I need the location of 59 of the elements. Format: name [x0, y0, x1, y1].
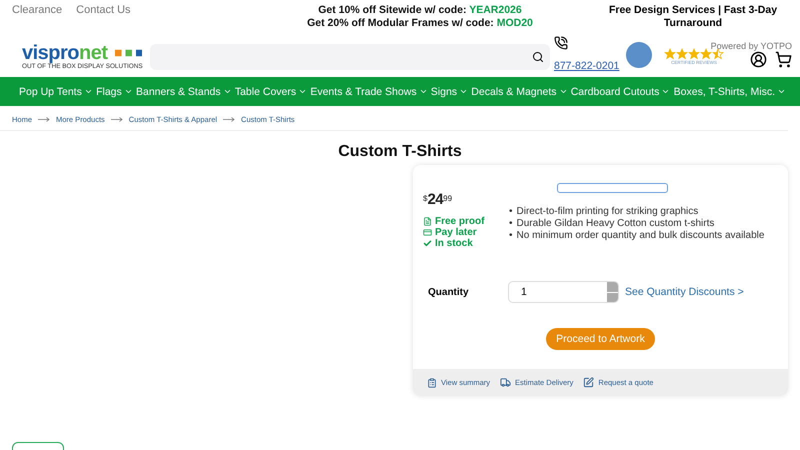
chevron-icon — [124, 87, 133, 96]
chevron-icon — [222, 87, 232, 96]
logo-text[interactable]: vispronet — [22, 43, 108, 63]
check-icon — [423, 239, 432, 248]
feature-item: Durable Gildan Heavy Cotton custom t-shirts — [516, 218, 714, 230]
edit-icon — [583, 377, 594, 388]
perk-text: Free proof — [423, 216, 509, 227]
quantity-discounts-link[interactable]: See Quantity Discounts > — [625, 286, 744, 298]
nav-menu-item[interactable]: Decals & Magnets — [471, 86, 568, 98]
nav-menu-item[interactable]: Boxes, T-Shirts, Misc. — [674, 86, 786, 98]
document-icon — [423, 217, 432, 226]
card-icon — [423, 228, 432, 237]
service-note: Free Design Services | Fast 3-Day Turnaround — [608, 4, 778, 30]
truck-icon — [500, 377, 512, 388]
chevron-icon — [298, 87, 308, 96]
search-icon[interactable] — [532, 50, 544, 62]
option-bar[interactable] — [557, 183, 668, 193]
powered-by-text: Powered by YOTPO — [710, 41, 792, 51]
account-icon[interactable] — [750, 51, 767, 68]
increment-button[interactable] — [607, 282, 618, 292]
nav-menu-item[interactable]: Table Covers — [234, 86, 308, 98]
quantity-field[interactable]: 1 — [508, 281, 619, 303]
arrow-icon — [38, 117, 50, 122]
chevron-icon — [84, 87, 93, 96]
perk-text: In stock — [423, 238, 509, 249]
chevron-icon — [558, 87, 568, 96]
logo-squares-icon — [114, 49, 142, 57]
arrow-icon — [223, 117, 236, 122]
bullet-mark: • — [509, 230, 513, 242]
decrement-button[interactable] — [607, 292, 618, 302]
feature-item: No minimum order quantity and bulk discounts available — [516, 230, 764, 242]
chevron-icon — [661, 87, 670, 96]
search-field[interactable] — [150, 44, 550, 70]
nav-menu-item[interactable]: Cardboard Cutouts — [570, 86, 670, 98]
nav-menu-item[interactable]: Banners & Stands — [136, 86, 232, 98]
feature-item: Direct-to-film printing for striking graphics — [516, 206, 698, 218]
top-link[interactable]: Contact Us — [76, 4, 131, 16]
bullet-mark: • — [509, 218, 513, 230]
nav-menu-item[interactable]: Events & Trade Shows — [310, 86, 428, 98]
quantity-label: Quantity — [428, 286, 470, 298]
bullet-mark: • — [509, 206, 513, 218]
arrow-icon — [110, 117, 123, 122]
nav-menu-item[interactable]: Pop Up Tents — [19, 86, 93, 98]
chevron-icon — [418, 87, 428, 96]
phone-link[interactable]: 877-822-0201 — [554, 60, 620, 72]
proceed-button[interactable]: Proceed to Artwork — [546, 328, 655, 350]
perk-text: Pay later — [423, 227, 509, 238]
promo-text: Get 10% off Sitewide w/ code: YEAR2026 — [318, 4, 522, 17]
nav-menu-item[interactable]: Flags — [96, 86, 133, 98]
promo-text: Get 20% off Modular Frames w/ code: MOD20 — [307, 17, 533, 30]
phone-icon — [554, 36, 568, 50]
seal-icon — [624, 42, 654, 68]
cart-icon[interactable] — [775, 51, 792, 68]
chevron-icon — [777, 87, 786, 96]
page-title: Custom T-Shirts — [337, 143, 463, 161]
nav-menu-item[interactable]: Signs — [430, 86, 468, 98]
top-link[interactable]: Clearance — [12, 4, 62, 16]
clipboard-icon — [427, 378, 437, 388]
chevron-icon — [459, 87, 468, 96]
